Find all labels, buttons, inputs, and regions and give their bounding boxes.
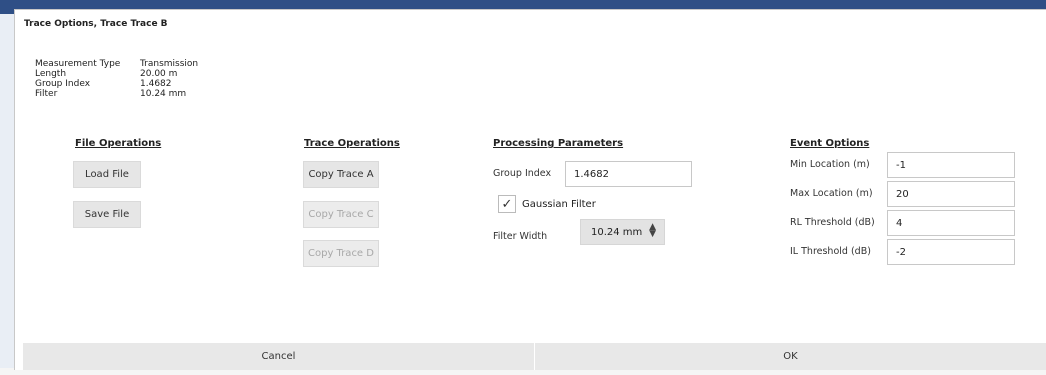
info-key: Group Index (35, 79, 91, 89)
info-value: 20.00 m (140, 69, 178, 79)
background-app-panel (0, 14, 15, 375)
spin-arrows-icon[interactable]: ▲ ▼ (649, 223, 656, 239)
ok-button[interactable]: OK (535, 343, 1046, 370)
rl-threshold-label: RL Threshold (dB) (790, 217, 875, 228)
cancel-button[interactable]: Cancel (23, 343, 535, 370)
info-row: Filter 10.24 mm (35, 89, 198, 99)
processing-parameters-heading: Processing Parameters (493, 138, 624, 149)
group-index-input[interactable]: 1.4682 (565, 161, 692, 187)
info-value: Transmission (140, 59, 199, 69)
filter-width-value: 10.24 mm (591, 226, 643, 238)
info-row: Measurement Type Transmission (35, 59, 198, 69)
min-location-input[interactable]: -1 (887, 152, 1015, 178)
trace-options-dialog: Trace Options, Trace Trace B Measurement… (14, 9, 1046, 370)
il-threshold-label: IL Threshold (dB) (790, 246, 871, 257)
trace-operations-heading: Trace Operations (304, 138, 400, 149)
info-key: Measurement Type (35, 59, 121, 69)
gaussian-filter-checkbox[interactable]: ✓ (498, 195, 516, 213)
rl-threshold-input[interactable]: 4 (887, 210, 1015, 236)
load-file-button[interactable]: Load File (73, 161, 141, 188)
filter-width-spinbox[interactable]: 10.24 mm ▲ ▼ (580, 219, 665, 245)
checkmark-icon: ✓ (501, 196, 513, 212)
max-location-label: Max Location (m) (790, 188, 873, 199)
event-options-heading: Event Options (790, 138, 870, 149)
filter-width-label: Filter Width (493, 231, 548, 242)
info-row: Length 20.00 m (35, 69, 198, 79)
save-file-button[interactable]: Save File (73, 201, 141, 228)
group-index-label: Group Index (493, 168, 552, 179)
info-value: 1.4682 (140, 79, 172, 89)
file-operations-heading: File Operations (75, 138, 162, 149)
max-location-input[interactable]: 20 (887, 181, 1015, 207)
trace-info-block: Measurement Type Transmission Length 20.… (35, 59, 198, 99)
dialog-title: Trace Options, Trace Trace B (24, 19, 168, 29)
copy-trace-d-button[interactable]: Copy Trace D (303, 240, 379, 267)
info-row: Group Index 1.4682 (35, 79, 198, 89)
info-key: Filter (35, 89, 58, 99)
gaussian-filter-label: Gaussian Filter (522, 198, 596, 210)
il-threshold-input[interactable]: -2 (887, 239, 1015, 265)
dialog-footer: Cancel OK (23, 343, 1046, 370)
copy-trace-a-button[interactable]: Copy Trace A (303, 161, 379, 188)
info-value: 10.24 mm (140, 89, 187, 99)
min-location-label: Min Location (m) (790, 159, 870, 170)
gaussian-filter-row: ✓ Gaussian Filter (498, 195, 596, 213)
info-key: Length (35, 69, 67, 79)
copy-trace-c-button[interactable]: Copy Trace C (303, 201, 379, 228)
